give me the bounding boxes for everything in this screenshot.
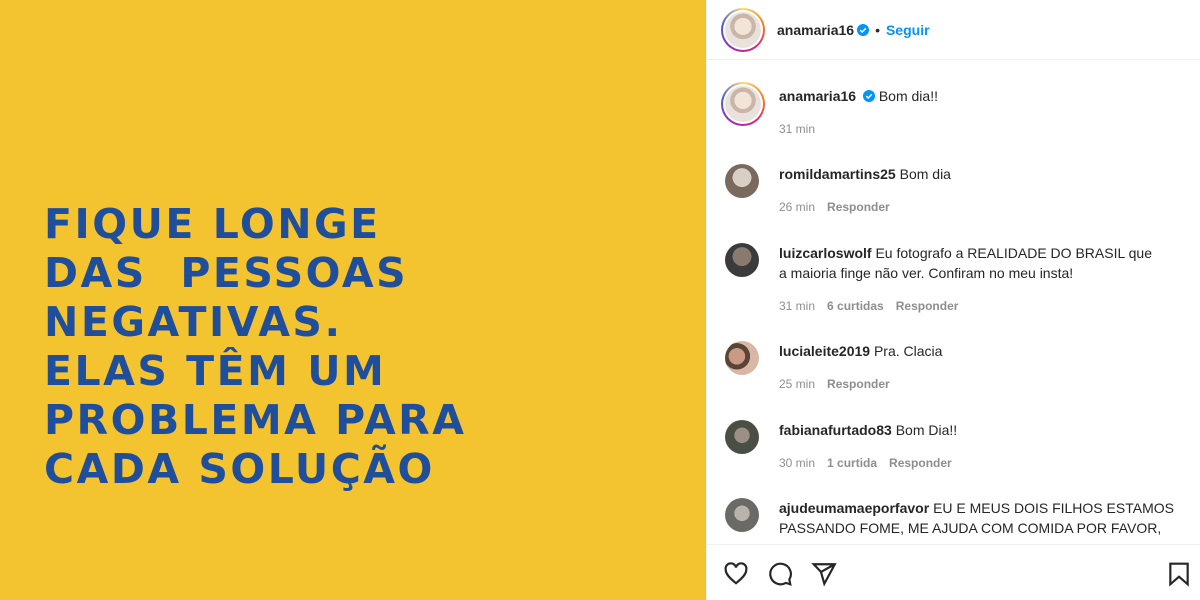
commenter-avatar[interactable] <box>725 243 759 277</box>
comment-message-continued: a maioria finge não ver. Confiram no meu… <box>779 265 1074 281</box>
commenter-avatar[interactable] <box>725 420 759 454</box>
share-icon[interactable] <box>811 561 837 587</box>
comment-username[interactable]: lucialeite2019 <box>779 343 870 359</box>
comment-likes[interactable]: 1 curtida <box>827 456 877 470</box>
comment-text: ajudeumamaeporfavor EU E MEUS DOIS FILHO… <box>779 498 1200 518</box>
author-username[interactable]: anamaria16 <box>777 22 854 38</box>
commenter-avatar[interactable] <box>725 498 759 532</box>
comment-username[interactable]: luizcarloswolf <box>779 245 872 261</box>
post-image-text: FIQUE LONGE DAS PESSOAS NEGATIVAS. ELAS TÊM… <box>44 200 466 494</box>
post-text-line: PROBLEMA PARA <box>44 396 467 444</box>
comment-message: Eu fotografo a REALIDADE DO BRASIL que <box>875 245 1152 261</box>
comment-time[interactable]: 31 min <box>779 299 815 313</box>
caption-message: Bom dia!! <box>878 88 938 104</box>
comment-meta: 26 min Responder <box>779 200 902 214</box>
comment-text: fabianafurtado83 Bom Dia!! <box>779 420 1200 440</box>
comment-meta: 30 min 1 curtida Responder <box>779 456 964 470</box>
comment-username[interactable]: romildamartins25 <box>779 166 896 182</box>
commenter-avatar[interactable] <box>725 164 759 198</box>
reply-button[interactable]: Responder <box>827 377 890 391</box>
reply-button[interactable]: Responder <box>827 200 890 214</box>
verified-badge-icon <box>857 23 870 36</box>
comment-text: lucialeite2019 Pra. Clacia <box>779 341 1200 361</box>
caption-avatar[interactable] <box>721 82 765 126</box>
comment-icon[interactable] <box>767 561 793 587</box>
separator-dot: • <box>875 21 880 38</box>
reply-button[interactable]: Responder <box>889 456 952 470</box>
comment-meta: 25 min Responder <box>779 377 902 391</box>
bookmark-icon[interactable] <box>1166 561 1192 587</box>
follow-button[interactable]: Seguir <box>886 22 930 38</box>
post-text-line: CADA SOLUÇÃO <box>44 445 435 493</box>
post-text-line: DAS PESSOAS <box>44 249 409 297</box>
post-text-line: ELAS TÊM UM <box>44 347 387 395</box>
post-header: anamaria16 • Seguir <box>707 0 1200 60</box>
post-text-line: FIQUE LONGE <box>44 200 381 248</box>
comment-time[interactable]: 30 min <box>779 456 815 470</box>
comment-username[interactable]: fabianafurtado83 <box>779 422 892 438</box>
commenter-avatar[interactable] <box>725 341 759 375</box>
post-side-panel: anamaria16 • Seguir anamaria16 Bom dia!!… <box>706 0 1200 600</box>
reply-button[interactable]: Responder <box>896 299 959 313</box>
comment-message: Pra. Clacia <box>873 343 943 359</box>
verified-badge-icon <box>862 90 875 102</box>
caption-meta: 31 min <box>779 122 827 136</box>
caption-text: anamaria16 Bom dia!! <box>779 86 1200 106</box>
comment-likes[interactable]: 6 curtidas <box>827 299 884 313</box>
instagram-post-view: FIQUE LONGE DAS PESSOAS NEGATIVAS. ELAS TÊM… <box>0 0 1200 600</box>
comment-meta: 31 min 6 curtidas Responder <box>779 299 970 313</box>
comments-list[interactable]: anamaria16 Bom dia!! 31 min romildamarti… <box>707 60 1200 544</box>
comment-text: romildamartins25 Bom dia <box>779 164 1200 184</box>
heart-icon[interactable] <box>723 561 749 587</box>
post-actions-bar <box>707 544 1200 600</box>
comment-message: EU E MEUS DOIS FILHOS ESTAMOS <box>933 500 1174 516</box>
comment-username[interactable]: ajudeumamaeporfavor <box>779 500 929 516</box>
caption-username[interactable]: anamaria16 <box>779 88 856 104</box>
comment-time[interactable]: 25 min <box>779 377 815 391</box>
comment-message: Bom Dia!! <box>895 422 958 438</box>
comment-time[interactable]: 26 min <box>779 200 815 214</box>
post-text-line: NEGATIVAS. <box>44 298 343 346</box>
post-image[interactable]: FIQUE LONGE DAS PESSOAS NEGATIVAS. ELAS TÊM… <box>0 0 706 600</box>
comment-message: Bom dia <box>899 166 951 182</box>
caption-time[interactable]: 31 min <box>779 122 815 136</box>
comment-text: luizcarloswolf Eu fotografo a REALIDADE … <box>779 243 1200 263</box>
author-avatar[interactable] <box>721 7 765 52</box>
comment-message-continued: PASSANDO FOME, ME AJUDA COM COMIDA POR F… <box>779 520 1162 536</box>
